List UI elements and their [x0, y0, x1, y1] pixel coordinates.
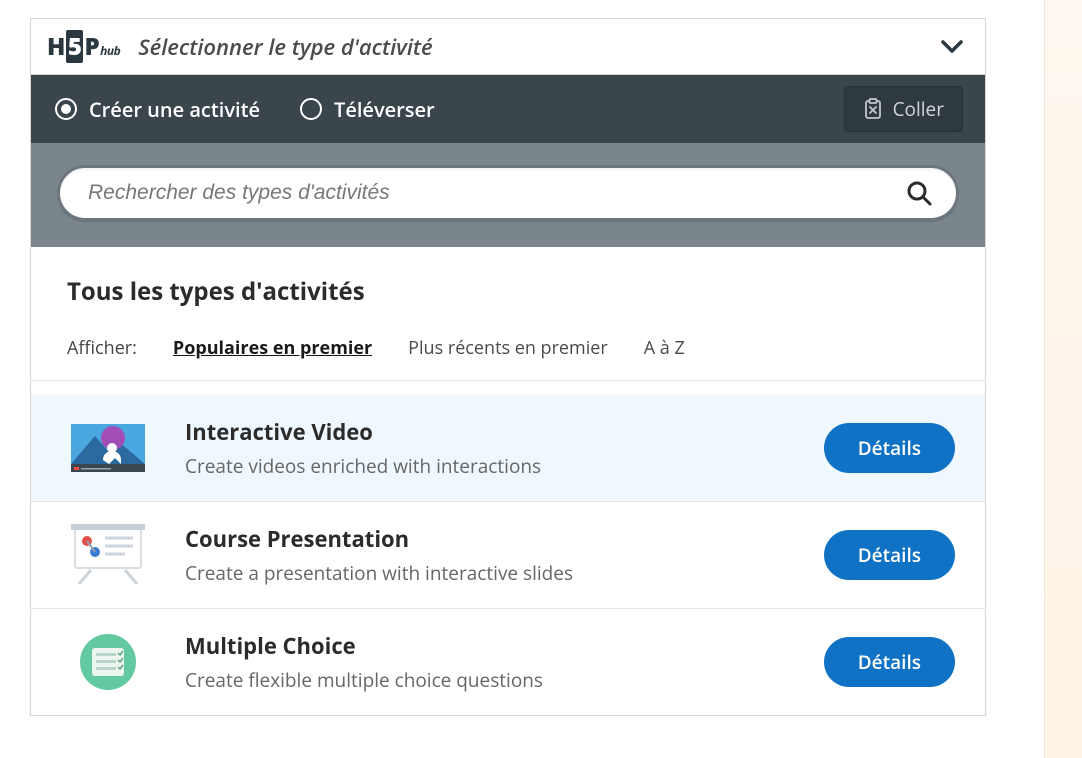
item-desc: Create flexible multiple choice question…	[185, 667, 824, 693]
radio-selected-icon	[55, 98, 77, 120]
list-item[interactable]: Interactive Video Create videos enriched…	[31, 395, 985, 502]
sort-recent[interactable]: Plus récents en premier	[408, 336, 608, 360]
interactive-video-icon	[71, 421, 145, 475]
list-item[interactable]: Course Presentation Create a presentatio…	[31, 502, 985, 609]
list-header: Tous les types d'activités Afficher: Pop…	[31, 247, 985, 381]
item-title: Multiple Choice	[185, 631, 824, 661]
details-button[interactable]: Détails	[824, 423, 955, 473]
right-gutter	[1044, 0, 1082, 758]
panel-header: H 5 P hub Sélectionner le type d'activit…	[31, 19, 985, 75]
spacer	[31, 381, 985, 395]
radio-unselected-icon	[300, 98, 322, 120]
sort-az[interactable]: A à Z	[644, 336, 685, 360]
list-item[interactable]: Multiple Choice Create flexible multiple…	[31, 609, 985, 715]
panel-title: Sélectionner le type d'activité	[138, 32, 432, 62]
search-zone	[31, 143, 985, 247]
item-desc: Create a presentation with interactive s…	[185, 560, 824, 586]
chevron-down-icon	[941, 40, 963, 54]
item-desc: Create videos enriched with interactions	[185, 453, 824, 479]
item-title: Interactive Video	[185, 417, 824, 447]
h5p-logo: H 5 P hub	[47, 30, 120, 63]
paste-label: Coller	[893, 96, 944, 122]
h5p-hub-panel: H 5 P hub Sélectionner le type d'activit…	[30, 18, 986, 716]
create-activity-option[interactable]: Créer une activité	[55, 96, 260, 123]
logo-p: P	[84, 30, 99, 63]
item-info: Interactive Video Create videos enriched…	[185, 417, 824, 479]
clipboard-icon	[863, 98, 883, 120]
search-pill	[57, 165, 959, 221]
sort-filters: Afficher: Populaires en premier Plus réc…	[67, 336, 949, 360]
list-title: Tous les types d'activités	[67, 275, 949, 308]
search-icon	[906, 180, 932, 206]
logo-h: H	[47, 30, 65, 63]
multiple-choice-icon	[71, 635, 145, 689]
upload-option[interactable]: Téléverser	[300, 96, 435, 123]
collapse-toggle[interactable]	[941, 40, 963, 54]
logo-5: 5	[66, 30, 84, 63]
item-info: Multiple Choice Create flexible multiple…	[185, 631, 824, 693]
upload-label: Téléverser	[334, 96, 435, 123]
show-label: Afficher:	[67, 336, 137, 360]
paste-button[interactable]: Coller	[844, 86, 963, 132]
sort-popular[interactable]: Populaires en premier	[173, 336, 372, 360]
item-title: Course Presentation	[185, 524, 824, 554]
course-presentation-icon	[71, 528, 145, 582]
search-input[interactable]	[88, 181, 906, 205]
details-button[interactable]: Détails	[824, 637, 955, 687]
item-info: Course Presentation Create a presentatio…	[185, 524, 824, 586]
mode-toolbar: Créer une activité Téléverser Coller	[31, 75, 985, 143]
create-activity-label: Créer une activité	[89, 96, 260, 123]
details-button[interactable]: Détails	[824, 530, 955, 580]
logo-hub: hub	[100, 42, 120, 59]
